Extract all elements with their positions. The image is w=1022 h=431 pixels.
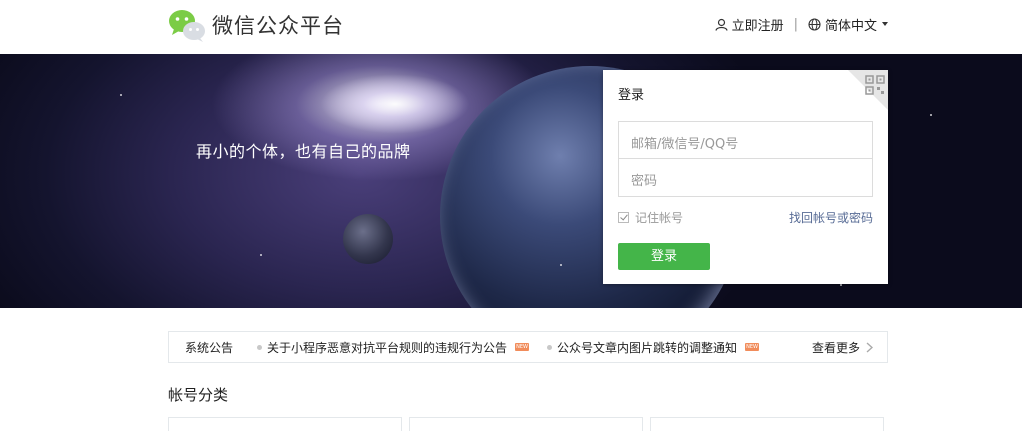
light-flare: [320, 74, 470, 134]
notice-item[interactable]: 公众号文章内图片跳转的调整通知 NEW: [547, 339, 760, 356]
category-card[interactable]: [409, 417, 643, 431]
account-categories-title: 帐号分类: [168, 386, 229, 404]
bullet-icon: [257, 344, 262, 350]
remember-checkbox[interactable]: [618, 212, 629, 223]
top-header: 微信公众平台 立即注册 | 简体中文: [0, 0, 1022, 54]
register-link[interactable]: 立即注册: [714, 15, 784, 34]
system-notice-bar: 系统公告 关于小程序恶意对抗平台规则的违规行为公告 NEW 公众号文章内图片跳转…: [168, 331, 888, 363]
account-input[interactable]: 邮箱/微信号/QQ号: [618, 121, 873, 159]
globe-icon: [808, 17, 821, 31]
star: [260, 254, 262, 256]
qrcode-icon: [865, 75, 885, 95]
caret-down-icon: [882, 22, 888, 26]
notice-item[interactable]: 关于小程序恶意对抗平台规则的违规行为公告 NEW: [257, 339, 530, 356]
star: [560, 264, 562, 266]
header-separator: |: [793, 16, 798, 32]
notice-label: 系统公告: [185, 340, 234, 355]
new-badge: NEW: [745, 343, 760, 351]
remember-account[interactable]: 记住帐号: [618, 209, 683, 226]
banner-slogan: 再小的个体，也有自己的品牌: [196, 142, 411, 161]
star: [840, 284, 842, 286]
remember-label: 记住帐号: [635, 211, 684, 225]
header-actions: 立即注册 | 简体中文: [714, 14, 888, 34]
wechat-logo-icon: [168, 8, 206, 42]
login-panel: 登录 邮箱/微信号/QQ号 密码 记住帐号 找回帐号或密码 登录: [603, 70, 888, 284]
logo[interactable]: 微信公众平台: [168, 8, 344, 42]
password-input[interactable]: 密码: [618, 159, 873, 197]
category-card[interactable]: [650, 417, 884, 431]
star: [930, 114, 932, 116]
star: [120, 94, 122, 96]
notice-item-text: 公众号文章内图片跳转的调整通知: [557, 340, 738, 355]
moon-image: [343, 214, 393, 264]
login-button[interactable]: 登录: [618, 243, 710, 270]
qrcode-login-toggle[interactable]: [848, 70, 888, 110]
category-card[interactable]: [168, 417, 402, 431]
bullet-icon: [547, 344, 553, 350]
chevron-right-icon: [866, 341, 873, 353]
view-more-link[interactable]: 查看更多: [812, 332, 873, 362]
user-icon: [714, 18, 728, 31]
view-more-label: 查看更多: [811, 340, 860, 355]
new-badge: NEW: [515, 343, 530, 351]
language-selector[interactable]: 简体中文: [808, 15, 888, 34]
notice-item-text: 关于小程序恶意对抗平台规则的违规行为公告: [267, 340, 508, 355]
language-label: 简体中文: [824, 18, 877, 34]
register-label: 立即注册: [731, 18, 784, 34]
login-title: 登录: [618, 88, 645, 103]
app-title: 微信公众平台: [212, 14, 344, 38]
forgot-password-link[interactable]: 找回帐号或密码: [789, 209, 873, 226]
